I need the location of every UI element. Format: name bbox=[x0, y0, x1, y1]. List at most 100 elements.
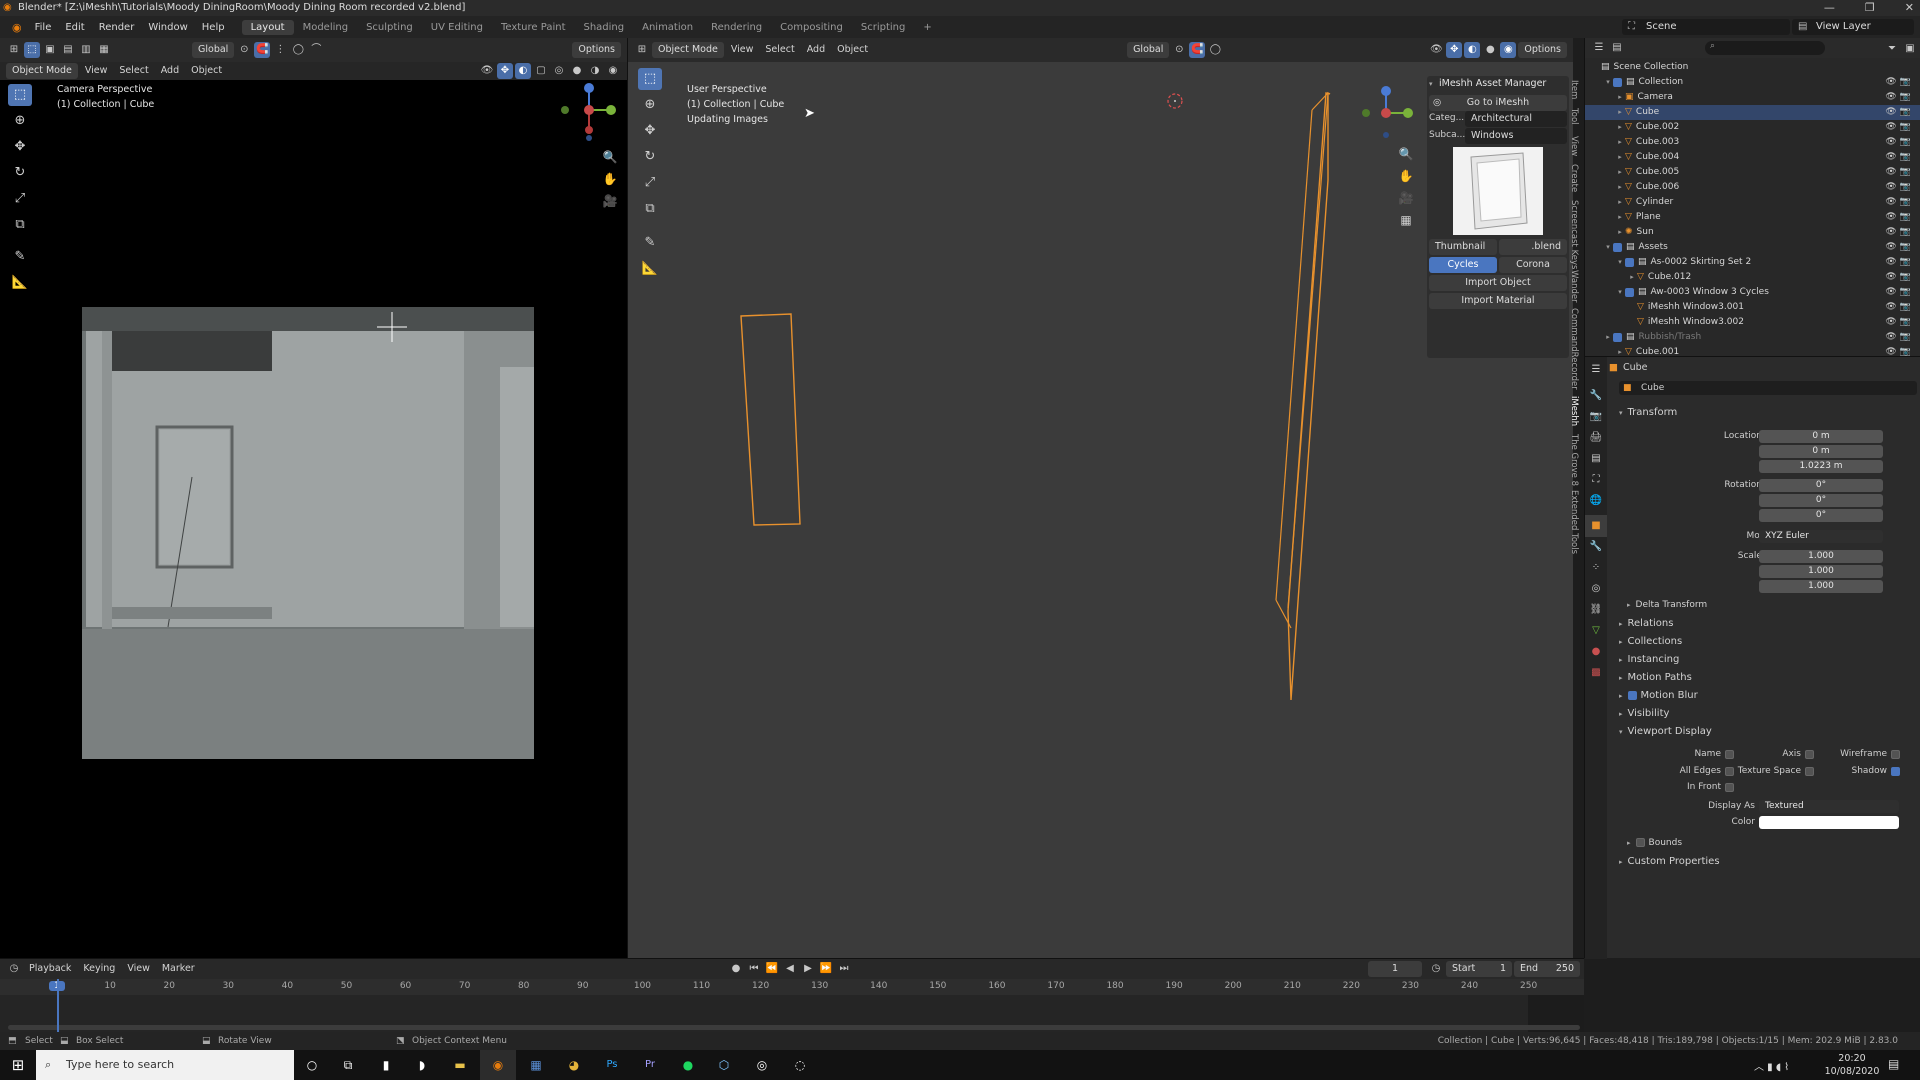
notification-icon[interactable]: ▤ bbox=[1888, 1057, 1899, 1071]
outliner-object-row[interactable]: ▸ ▽ Cube.003 👁📷 bbox=[1585, 135, 1920, 150]
bounds-checkbox[interactable] bbox=[1635, 838, 1645, 847]
cursor-tool-icon[interactable]: ⊕ bbox=[8, 110, 32, 132]
delta-transform-section[interactable]: ▸ Delta Transform bbox=[1627, 600, 1707, 610]
expand-toggle-icon[interactable]: ▾ bbox=[1615, 255, 1625, 270]
object-mode-dropdown[interactable]: Object Mode bbox=[6, 63, 78, 79]
expand-toggle-icon[interactable]: ▾ bbox=[1615, 285, 1625, 300]
expand-toggle-icon[interactable]: ▸ bbox=[1615, 210, 1625, 225]
rotation-mode-dropdown[interactable]: XYZ Euler bbox=[1759, 530, 1883, 543]
expand-toggle-icon[interactable]: ▸ bbox=[1615, 150, 1625, 165]
view-layer-selector[interactable]: ▤ View Layer bbox=[1792, 19, 1914, 35]
record-icon[interactable]: ● bbox=[728, 961, 744, 977]
visibility-camera-icons[interactable]: 👁📷 bbox=[1885, 120, 1914, 135]
object-properties-icon[interactable]: ■ bbox=[1585, 515, 1607, 537]
visibility-camera-icons[interactable]: 👁📷 bbox=[1885, 195, 1914, 210]
visibility-camera-icons[interactable]: 👁📷 bbox=[1885, 210, 1914, 225]
workspace-tab-animation[interactable]: Animation bbox=[633, 20, 702, 35]
visibility-camera-icons[interactable]: 👁📷 bbox=[1885, 240, 1914, 255]
spotify-icon[interactable]: ● bbox=[670, 1050, 706, 1080]
relations-section[interactable]: ▸ Relations bbox=[1619, 618, 1673, 629]
outliner-search-input[interactable]: ⌕ bbox=[1705, 41, 1825, 55]
cortana-icon[interactable]: ○ bbox=[294, 1050, 330, 1080]
tab-view[interactable]: View bbox=[1569, 136, 1579, 156]
tab-item[interactable]: Item bbox=[1569, 80, 1579, 99]
scene-properties-icon[interactable]: ⛶ bbox=[1585, 469, 1607, 491]
menu-render[interactable]: Render bbox=[92, 22, 142, 33]
windows-start-icon[interactable]: ⊞ bbox=[0, 1050, 36, 1080]
outliner-object-row[interactable]: ▸ ▽ Cube.006 👁📷 bbox=[1585, 180, 1920, 195]
visibility-camera-icons[interactable]: 👁📷 bbox=[1885, 180, 1914, 195]
constraint-properties-icon[interactable]: ⛓ bbox=[1585, 599, 1607, 621]
grid-view-icon-main[interactable]: ▦ bbox=[1395, 209, 1417, 231]
maximize-button[interactable]: ❐ bbox=[1865, 0, 1875, 16]
transform-tool-icon[interactable]: ⧉ bbox=[8, 214, 32, 236]
app-icon-1[interactable]: ▮ bbox=[368, 1050, 404, 1080]
motion-paths-section[interactable]: ▸ Motion Paths bbox=[1619, 672, 1692, 683]
data-properties-icon[interactable]: ▽ bbox=[1585, 620, 1607, 642]
vd-shadow-checkbox[interactable] bbox=[1891, 767, 1900, 776]
outliner-collection-row[interactable]: ▾ ▤ Aw-0003 Window 3 Cycles 👁📷 bbox=[1585, 285, 1920, 300]
rotation-y-field[interactable]: 0° bbox=[1759, 494, 1883, 507]
collection-exclude-checkbox[interactable] bbox=[1625, 258, 1634, 267]
texture-properties-icon[interactable]: ▩ bbox=[1585, 662, 1607, 684]
visibility-camera-icons[interactable]: 👁📷 bbox=[1885, 75, 1914, 90]
object-menu[interactable]: Object bbox=[186, 63, 227, 79]
menu-window[interactable]: Window bbox=[141, 22, 194, 33]
outliner-object-row[interactable]: ▽ iMeshh Window3.001 👁📷 bbox=[1585, 300, 1920, 315]
tool-properties-icon[interactable]: 🔧 bbox=[1585, 385, 1607, 407]
select-menu[interactable]: Select bbox=[114, 63, 153, 79]
next-keyframe-icon[interactable]: ⏩ bbox=[818, 961, 834, 977]
workspace-tab-uv-editing[interactable]: UV Editing bbox=[422, 20, 492, 35]
premiere-icon[interactable]: Pr bbox=[632, 1050, 668, 1080]
expand-toggle-icon[interactable]: ▸ bbox=[1615, 135, 1625, 150]
preview-range-icon[interactable]: ◷ bbox=[1428, 961, 1444, 977]
visibility-camera-icons[interactable]: 👁📷 bbox=[1885, 300, 1914, 315]
tab-tool[interactable]: Tool bbox=[1569, 108, 1579, 125]
app-icon-2[interactable]: ◗ bbox=[404, 1050, 440, 1080]
navigation-gizmo-main[interactable] bbox=[1356, 83, 1416, 143]
expand-toggle-icon[interactable]: ▾ bbox=[1603, 240, 1613, 255]
camera-viewport[interactable]: ⊞ ⬚ ▣ ▤ ▥ ▦ Global ⊙ 🧲 ⋮ ◯ ⌒ Options Obj… bbox=[0, 38, 627, 958]
chrome-icon[interactable]: ◕ bbox=[556, 1050, 592, 1080]
visibility-camera-icons[interactable]: 👁📷 bbox=[1885, 165, 1914, 180]
falloff-icon[interactable]: ⌒ bbox=[308, 42, 324, 58]
collections-section[interactable]: ▸ Collections bbox=[1619, 636, 1682, 647]
timeline-ruler[interactable]: 1102030405060708090100110120130140150160… bbox=[0, 979, 1584, 995]
viewport-display-section[interactable]: ▾ Viewport Display bbox=[1619, 726, 1712, 737]
expand-toggle-icon[interactable]: ▸ bbox=[1615, 90, 1625, 105]
pan-hand-icon-main[interactable]: ✋ bbox=[1395, 165, 1417, 187]
outliner-object-row[interactable]: ▸ ▽ Plane 👁📷 bbox=[1585, 210, 1920, 225]
end-frame-field[interactable]: End 250 bbox=[1514, 961, 1580, 977]
workspace-tab-layout[interactable]: Layout bbox=[241, 19, 294, 35]
modifier-properties-icon[interactable]: 🔧 bbox=[1585, 536, 1607, 558]
taskbar-search-box[interactable]: ⌕ Type here to search bbox=[36, 1050, 294, 1080]
close-button[interactable]: ✕ bbox=[1905, 0, 1914, 16]
outliner-object-row[interactable]: ▸ ▽ Cube.002 👁📷 bbox=[1585, 120, 1920, 135]
pan-hand-icon[interactable]: ✋ bbox=[599, 168, 621, 190]
outliner-object-row[interactable]: ▸ ▽ Cube.004 👁📷 bbox=[1585, 150, 1920, 165]
collection-exclude-checkbox[interactable] bbox=[1613, 243, 1622, 252]
asset-manager-title[interactable]: ▾ iMeshh Asset Manager bbox=[1427, 76, 1569, 92]
visibility-camera-icons[interactable]: 👁📷 bbox=[1885, 150, 1914, 165]
scale-tool-icon[interactable]: ⤢ bbox=[8, 188, 32, 210]
camera-view-icon-main[interactable]: 🎥 bbox=[1395, 187, 1417, 209]
motion-blur-section[interactable]: ▸ Motion Blur bbox=[1619, 690, 1698, 701]
import-material-button[interactable]: Import Material bbox=[1429, 293, 1567, 309]
workspace-tab-shading[interactable]: Shading bbox=[574, 20, 633, 35]
rotation-z-field[interactable]: 0° bbox=[1759, 509, 1883, 522]
marker-menu[interactable]: Marker bbox=[157, 961, 200, 977]
tab-screencast-keys[interactable]: Screencast Keys bbox=[1569, 200, 1579, 269]
collection-exclude-checkbox[interactable] bbox=[1613, 333, 1622, 342]
scale-z-field[interactable]: 1.000 bbox=[1759, 580, 1883, 593]
menu-help[interactable]: Help bbox=[195, 22, 232, 33]
visibility-section[interactable]: ▸ Visibility bbox=[1619, 708, 1669, 719]
shading-wireframe-icon[interactable]: ◎ bbox=[551, 63, 567, 79]
playback-menu[interactable]: Playback bbox=[24, 961, 76, 977]
material-properties-icon[interactable]: ● bbox=[1585, 641, 1607, 663]
outliner-object-row[interactable]: ▸ ▽ Cube.012 👁📷 bbox=[1585, 270, 1920, 285]
cycles-engine-button[interactable]: Cycles bbox=[1429, 257, 1497, 273]
view-menu[interactable]: View bbox=[80, 63, 113, 79]
taskbar-clock[interactable]: 20:20 10/08/2020 bbox=[1824, 1052, 1880, 1078]
outliner-object-row[interactable]: ▸ ▣ Camera 👁📷 bbox=[1585, 90, 1920, 105]
visibility-camera-icons[interactable]: 👁📷 bbox=[1885, 225, 1914, 240]
